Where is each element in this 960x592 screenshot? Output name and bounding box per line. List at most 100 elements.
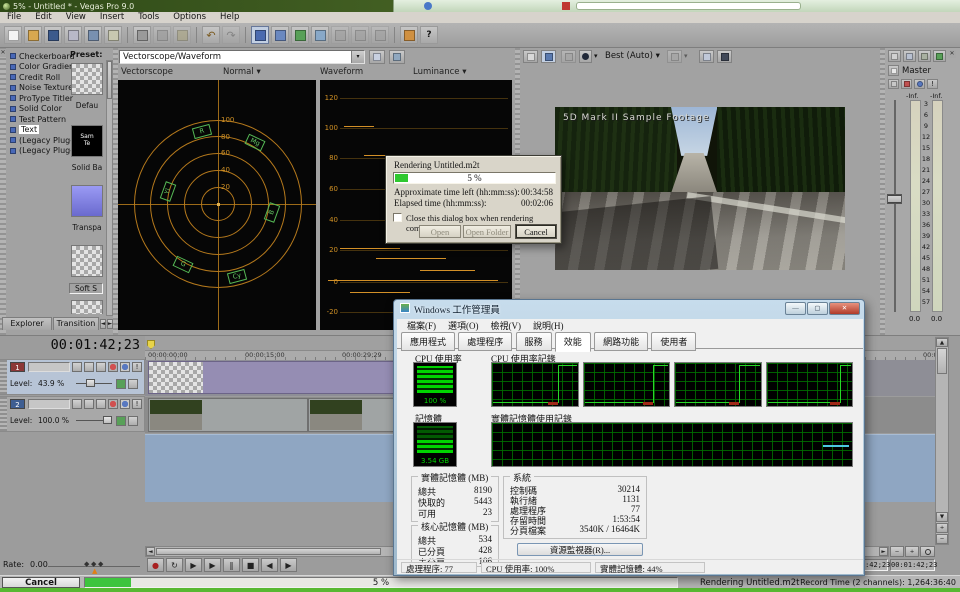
- generator-item[interactable]: (Legacy Plug-In: [8, 135, 68, 146]
- import-media-icon[interactable]: [104, 26, 122, 44]
- external-monitor-icon[interactable]: [541, 50, 556, 63]
- selection-edit-tool-icon[interactable]: [291, 26, 309, 44]
- tab-scroll-left-icon[interactable]: ◄: [100, 319, 106, 329]
- cancel-render-button[interactable]: Cancel: [2, 577, 80, 588]
- track-fx-icon[interactable]: [72, 362, 82, 372]
- envelope-edit-tool-icon[interactable]: [271, 26, 289, 44]
- tab-explorer[interactable]: Explorer: [2, 317, 52, 330]
- new-project-icon[interactable]: [4, 26, 22, 44]
- zoom-edit-tool-icon[interactable]: [311, 26, 329, 44]
- lock-envelopes-icon[interactable]: [351, 26, 369, 44]
- overlay-toggle-icon[interactable]: [561, 50, 576, 63]
- track-header-2[interactable]: 2 ! Level: 100.0 %: [0, 396, 145, 432]
- render-as-icon[interactable]: [84, 26, 102, 44]
- generator-item[interactable]: Color Gradient: [8, 62, 68, 73]
- open-button[interactable]: Open: [419, 225, 461, 238]
- menu-edit[interactable]: Edit: [28, 12, 58, 23]
- automation-gear-icon[interactable]: [108, 399, 118, 409]
- generator-item-selected[interactable]: Text: [8, 125, 68, 136]
- save-frame-icon[interactable]: [717, 50, 732, 63]
- selection-end-time[interactable]: 00:01:42;23: [890, 559, 935, 571]
- level-slider-handle[interactable]: [86, 379, 95, 387]
- project-properties-button[interactable]: [523, 50, 538, 63]
- chevron-down-icon[interactable]: ▾: [684, 52, 688, 60]
- preview-quality-dropdown[interactable]: Best (Auto) ▾: [605, 51, 660, 61]
- chevron-down-icon[interactable]: ▾: [594, 52, 598, 60]
- track-name-field[interactable]: [28, 362, 70, 372]
- menu-view[interactable]: 檢視(V): [485, 319, 528, 332]
- master-fader-track[interactable]: [894, 100, 896, 312]
- pan-icon[interactable]: [96, 362, 106, 372]
- hscroll-thumb[interactable]: [156, 548, 381, 555]
- generator-item[interactable]: Credit Roll: [8, 72, 68, 83]
- track-grip[interactable]: [0, 360, 7, 394]
- preset-thumb-transparent[interactable]: [71, 185, 103, 217]
- scroll-right-icon[interactable]: ►: [879, 547, 888, 556]
- track-grip[interactable]: [0, 397, 7, 431]
- normal-edit-tool-icon[interactable]: [251, 26, 269, 44]
- task-manager-window[interactable]: Windows 工作管理員 — ▢ ✕ 檔案(F) 選項(O) 檢視(V) 說明…: [393, 299, 865, 576]
- parent-composite-icon[interactable]: [128, 379, 138, 389]
- mute-icon[interactable]: [120, 362, 130, 372]
- paste-icon[interactable]: [173, 26, 191, 44]
- project-properties-icon[interactable]: [64, 26, 82, 44]
- background-browser-window[interactable]: [393, 0, 960, 12]
- preset-scrollbar[interactable]: [106, 60, 113, 316]
- menu-options[interactable]: 選項(O): [442, 319, 485, 332]
- menu-file[interactable]: File: [0, 12, 28, 23]
- timeline-zoom-in-icon[interactable]: +: [905, 546, 919, 557]
- undo-icon[interactable]: ↶: [202, 26, 220, 44]
- waveform-mode-dropdown[interactable]: Luminance ▾: [413, 67, 467, 77]
- menu-options[interactable]: Options: [166, 12, 213, 23]
- video-event-1[interactable]: [148, 398, 308, 432]
- track-name-field[interactable]: [28, 399, 70, 409]
- generator-item[interactable]: Test Pattern: [8, 114, 68, 125]
- rate-slider-handle[interactable]: ◆: [98, 560, 103, 568]
- menu-help[interactable]: Help: [213, 12, 246, 23]
- compositing-mode-icon[interactable]: [116, 379, 126, 389]
- go-to-start-button[interactable]: ◀: [261, 558, 278, 572]
- cancel-button[interactable]: Cancel: [516, 225, 556, 238]
- open-folder-button[interactable]: Open Folder: [463, 225, 511, 238]
- resource-monitor-button[interactable]: 資源監視器(R)...: [517, 543, 643, 556]
- add-bus-icon[interactable]: [933, 50, 946, 62]
- record-button[interactable]: ●: [147, 558, 164, 572]
- save-project-icon[interactable]: [44, 26, 62, 44]
- parent-composite-icon[interactable]: [128, 416, 138, 426]
- scroll-down-icon[interactable]: ▼: [936, 512, 948, 522]
- track-height-zoom-out-icon[interactable]: −: [936, 534, 948, 544]
- compositing-mode-icon[interactable]: [116, 416, 126, 426]
- level-slider-handle[interactable]: [103, 416, 112, 424]
- solo-icon[interactable]: !: [132, 362, 142, 372]
- close-icon[interactable]: ✕: [0, 49, 6, 57]
- mute-icon[interactable]: [120, 399, 130, 409]
- zoom-tool-icon[interactable]: [920, 546, 935, 557]
- menu-help[interactable]: 說明(H): [527, 319, 570, 332]
- render-progress-dialog[interactable]: Rendering Untitled.m2t 5 % Approximate t…: [385, 155, 562, 244]
- master-fx-icon[interactable]: [888, 79, 899, 89]
- chevron-down-icon[interactable]: ▾: [351, 51, 364, 63]
- generator-item[interactable]: Checkerboard: [8, 51, 68, 62]
- automation-gear-icon[interactable]: [108, 362, 118, 372]
- interactive-tutorials-icon[interactable]: [400, 26, 418, 44]
- solo-icon[interactable]: !: [132, 399, 142, 409]
- pan-icon[interactable]: [96, 399, 106, 409]
- loop-playback-button[interactable]: ↻: [166, 558, 183, 572]
- dock-grip[interactable]: [880, 48, 885, 335]
- insert-assignable-fx-icon[interactable]: [903, 50, 916, 62]
- cut-icon[interactable]: [133, 26, 151, 44]
- ignore-event-grouping-icon[interactable]: [371, 26, 389, 44]
- track-header-1[interactable]: 1 ! Level: 43.9 %: [0, 359, 145, 395]
- split-screen-icon[interactable]: [667, 50, 682, 63]
- enable-snapping-icon[interactable]: [331, 26, 349, 44]
- vectorscope-mode-dropdown[interactable]: Normal ▾: [223, 67, 261, 77]
- close-icon[interactable]: ✕: [829, 302, 860, 315]
- menu-file[interactable]: 檔案(F): [401, 319, 442, 332]
- whats-this-help-icon[interactable]: ?: [420, 26, 438, 44]
- automation-gear-icon[interactable]: [901, 79, 912, 89]
- timeline-vscrollbar[interactable]: ▲ ▼ + −: [935, 337, 949, 545]
- menu-view[interactable]: View: [59, 12, 93, 23]
- copy-scope-button[interactable]: [369, 50, 385, 64]
- track-fx-icon[interactable]: [72, 399, 82, 409]
- vscroll-thumb[interactable]: [937, 348, 947, 374]
